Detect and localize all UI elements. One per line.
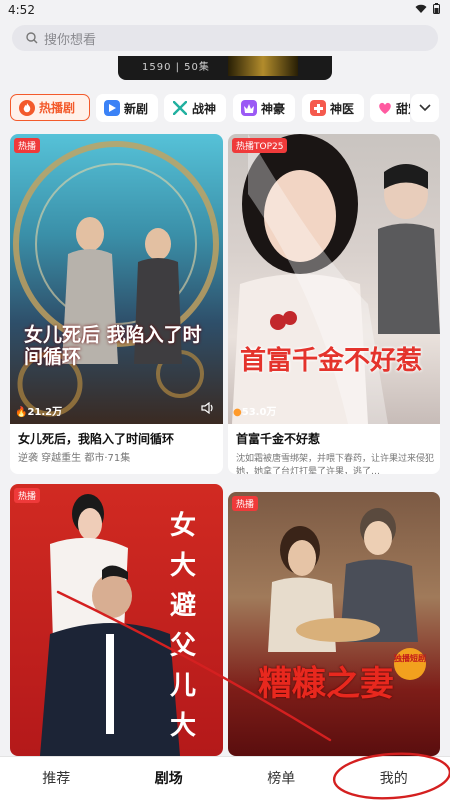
drama-description: 沈如霜被唐雪绑架，并喂下春药，让许果过来侵犯她，她拿了台灯打晕了许果，逃了… <box>236 453 436 474</box>
crossed-swords-icon <box>172 100 188 116</box>
flame-icon: ● <box>233 407 242 418</box>
drama-card[interactable]: 热播TOP25 首富千金不好惹 ●53.0万 首富千金不好惹 沈如霜被唐雪绑架，… <box>228 134 440 474</box>
tab-hot[interactable]: 热播剧 <box>10 94 90 121</box>
hot-badge: 热播 <box>14 138 40 153</box>
tab-war-god[interactable]: 战神 <box>164 94 226 122</box>
banner-peek[interactable]: 1590 | 50集 <box>118 56 332 80</box>
tab-tycoon[interactable]: 神豪 <box>233 94 295 122</box>
medkit-icon <box>310 100 326 116</box>
drama-title: 首富千金不好惹 <box>236 430 320 447</box>
nav-theater[interactable]: 剧场 <box>113 757 226 801</box>
search-placeholder: 搜你想看 <box>44 29 96 48</box>
tab-doctor[interactable]: 神医 <box>302 94 364 122</box>
nav-rankings[interactable]: 榜单 <box>225 757 338 801</box>
tab-label: 战神 <box>192 100 216 117</box>
battery-icon <box>433 3 440 14</box>
search-bar[interactable]: 搜你想看 <box>12 25 438 51</box>
bottom-navigation: 推荐 剧场 榜单 我的 <box>0 756 450 801</box>
view-count: 🔥21.2万 <box>15 403 62 418</box>
tab-label: 热播剧 <box>39 99 75 116</box>
nav-profile[interactable]: 我的 <box>338 757 450 801</box>
poster-title: 女儿死后 我陷入了时间循环 <box>24 324 214 368</box>
tab-label: 神豪 <box>261 100 285 117</box>
volume-icon[interactable] <box>201 399 215 418</box>
poster-art <box>228 492 440 756</box>
wifi-icon <box>415 4 427 14</box>
hot-top-badge: 热播TOP25 <box>232 138 287 153</box>
poster-art <box>10 134 223 424</box>
drama-card[interactable]: 热播 糟糠之妻 独播短剧 <box>228 492 440 756</box>
nav-recommend[interactable]: 推荐 <box>0 757 113 801</box>
poster-title: 首富千金不好惹 <box>240 346 430 376</box>
tab-label: 神医 <box>330 100 354 117</box>
drama-poster: 热播 女儿死后 我陷入了时间循环 🔥21.2万 <box>10 134 223 424</box>
search-icon <box>26 32 38 44</box>
heart-icon <box>378 100 392 116</box>
flame-icon: 🔥 <box>15 407 27 418</box>
drama-poster: 热播 女大避父儿大 <box>10 484 223 756</box>
poster-title: 女大避父儿大 <box>170 506 196 746</box>
drama-title: 女儿死后，我陷入了时间循环 <box>18 430 174 447</box>
category-tabs: 热播剧 新剧 战神 神豪 神医 甜宠 <box>0 94 450 126</box>
tab-label: 新剧 <box>124 100 148 117</box>
view-count-value: 53.0万 <box>242 407 277 418</box>
banner-art <box>228 56 298 76</box>
banner-text: 1590 | 50集 <box>142 58 210 73</box>
play-icon <box>104 100 120 116</box>
poster-art <box>228 134 440 424</box>
drama-card[interactable]: 热播 女儿死后 我陷入了时间循环 🔥21.2万 女儿死后，我陷入了时间循环 逆袭… <box>10 134 223 474</box>
tab-label: 甜宠 <box>396 100 410 117</box>
crown-icon <box>241 100 257 116</box>
drama-card[interactable]: 热播 女大避父儿大 <box>10 484 223 756</box>
status-time: 4:52 <box>8 3 35 17</box>
drama-poster: 热播TOP25 首富千金不好惹 ●53.0万 <box>228 134 440 424</box>
status-bar: 4:52 <box>0 0 450 20</box>
flame-icon <box>19 100 35 116</box>
tab-new[interactable]: 新剧 <box>96 94 158 122</box>
hot-badge: 热播 <box>232 496 258 511</box>
tab-sweet[interactable]: 甜宠 <box>370 94 410 122</box>
tabs-expand-button[interactable] <box>411 94 439 122</box>
drama-poster: 热播 糟糠之妻 独播短剧 <box>228 492 440 756</box>
exclusive-sticker: 独播短剧 <box>394 648 426 680</box>
view-count: ●53.0万 <box>233 403 276 418</box>
drama-meta: 逆袭 穿越重生 都市·71集 <box>18 452 218 465</box>
hot-badge: 热播 <box>14 488 40 503</box>
view-count-value: 21.2万 <box>27 407 62 418</box>
chevron-down-icon <box>419 104 431 112</box>
status-icons <box>415 3 440 14</box>
